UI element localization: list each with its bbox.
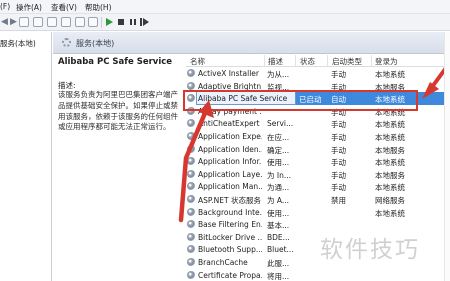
restart-service-icon[interactable]	[140, 17, 150, 27]
service-startup-type-cell: 手动	[331, 183, 346, 193]
pause-service-icon[interactable]	[128, 17, 138, 27]
service-gear-icon	[187, 245, 195, 254]
service-row[interactable]: Application Iden... 确定... 手动 本地服务	[186, 143, 450, 156]
service-startup-type-cell: 禁用	[331, 196, 346, 205]
column-divider[interactable]	[371, 55, 372, 66]
show-action-pane-icon[interactable]	[88, 17, 98, 27]
annotation-highlight-box	[183, 90, 418, 111]
service-description-cell: 将用...	[267, 271, 290, 281]
service-log-on-as-cell: 本地系统	[375, 120, 405, 130]
selected-service-name: Alibaba PC Safe Service	[58, 57, 173, 67]
service-startup-type-cell: 手动	[331, 158, 346, 168]
stop-service-icon[interactable]	[116, 17, 126, 27]
service-description-cell: Servi...	[267, 119, 293, 129]
service-startup-type-cell: 手动	[331, 170, 346, 180]
service-startup-type-cell: 手动	[331, 145, 346, 155]
service-description-cell: 为从...	[267, 70, 290, 79]
menu-action[interactable]: 操作(A)	[16, 2, 42, 13]
service-log-on-as-cell: 本地系统	[375, 183, 405, 193]
show-hide-console-tree-icon[interactable]	[19, 17, 29, 27]
column-divider[interactable]	[295, 55, 296, 66]
service-description-cell: 使用...	[267, 158, 290, 168]
console-tree: 服务(本地)	[0, 32, 52, 281]
service-name-cell: BitLocker Drive ...	[198, 232, 262, 242]
service-name-cell: ActiveX Installer ...	[198, 69, 262, 78]
service-gear-icon	[187, 270, 195, 279]
service-description-cell: 此服...	[267, 259, 290, 268]
service-log-on-as-cell: 本地系统	[375, 158, 405, 168]
service-gear-icon	[187, 81, 195, 90]
menu-view[interactable]: 查看(V)	[51, 2, 77, 13]
export-list-icon[interactable]	[61, 17, 71, 27]
service-description-cell: 为 In...	[267, 170, 292, 180]
service-row[interactable]: Application Laye... 为 In... 手动 本地服务	[186, 168, 450, 181]
gear-icon	[62, 38, 71, 47]
start-service-icon[interactable]	[104, 17, 114, 27]
service-row[interactable]: ASP.NET 状态服务为 A... 禁用 网络服务	[186, 193, 450, 206]
column-header-description[interactable]: 描述	[268, 56, 283, 67]
service-description-cell: BDE...	[267, 232, 290, 242]
annotation-arrow-left	[178, 100, 214, 223]
service-log-on-as-cell: 本地服务	[375, 170, 405, 180]
service-row[interactable]: Base Filtering En... 基本...	[186, 218, 450, 231]
service-startup-type-cell: 手动	[331, 120, 346, 130]
service-name-cell: Bluetooth Supp...	[198, 245, 262, 255]
service-row[interactable]: Application Expe... 在应... 手动 本地系统	[186, 130, 450, 143]
menu-help[interactable]: 帮助(H)	[85, 2, 112, 13]
column-header-status[interactable]: 状态	[300, 56, 315, 67]
service-description-cell: 使用...	[267, 208, 290, 218]
description-text: 该服务负责为阿里巴巴集团客户端产品提供基础安全保护。如果停止或禁用该服务，依赖于…	[58, 90, 178, 132]
service-description-cell: Bluet...	[267, 245, 293, 255]
column-divider[interactable]	[264, 55, 265, 66]
refresh-icon[interactable]	[47, 17, 57, 27]
column-header-startup-type[interactable]: 启动类型	[332, 56, 362, 67]
services-header: 服务(本地)	[53, 32, 450, 54]
column-divider[interactable]	[327, 55, 328, 66]
service-description-cell: 基本...	[267, 221, 290, 231]
page-title: 服务(本地)	[76, 39, 115, 48]
tree-item-services-local[interactable]: 服务(本地)	[0, 38, 36, 49]
watermark: 软件技巧	[320, 237, 420, 263]
toolbar-separator	[101, 17, 102, 28]
service-description-cell: 为通...	[267, 183, 290, 193]
service-log-on-as-cell: 本地服务	[375, 145, 405, 155]
service-description-cell: 确定...	[267, 145, 290, 155]
service-row[interactable]: Application Infor... 使用... 手动 本地系统	[186, 155, 450, 168]
column-header-log-on-as[interactable]: 登录为	[375, 56, 398, 67]
vertical-scrollbar[interactable]	[444, 32, 450, 281]
service-gear-icon	[187, 69, 195, 77]
help-icon[interactable]	[75, 17, 85, 27]
toolbar: ◀ ▶	[0, 14, 450, 31]
service-gear-icon	[187, 258, 195, 266]
service-log-on-as-cell: 本地系统	[375, 208, 405, 218]
service-row[interactable]: AntiCheatExpert ...Servi...手动本地系统	[186, 117, 450, 130]
service-name-cell: BranchCache	[198, 258, 248, 267]
column-header-name[interactable]: 名称	[190, 56, 205, 67]
service-description-panel: Alibaba PC Safe Service 描述: 该服务负责为阿里巴巴集团…	[58, 55, 184, 281]
service-row[interactable]: Certificate Propa... 将用...	[186, 269, 450, 281]
service-startup-type-cell: 手动	[331, 70, 346, 79]
service-name-cell: Certificate Propa...	[198, 270, 262, 280]
service-row[interactable]: Application Man... 为通... 手动 本地系统	[186, 180, 450, 193]
service-gear-icon	[187, 232, 195, 241]
menu-file[interactable]: (F)	[0, 2, 10, 11]
service-log-on-as-cell: 网络服务	[375, 196, 405, 205]
service-description-cell: 在应...	[267, 133, 290, 142]
service-row[interactable]: Background Inte... 使用... 本地系统	[186, 206, 450, 219]
menu-bar: (F) 操作(A) 查看(V) 帮助(H)	[0, 0, 450, 14]
service-log-on-as-cell: 本地系统	[375, 133, 405, 142]
properties-icon[interactable]	[33, 17, 43, 27]
service-startup-type-cell: 手动	[331, 133, 346, 142]
service-description-cell: 为 A...	[267, 196, 290, 205]
